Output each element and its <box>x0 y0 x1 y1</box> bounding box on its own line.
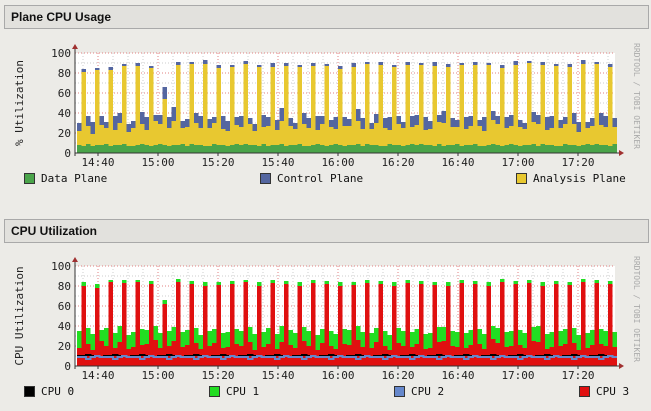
x-tick-label: 16:00 <box>321 369 354 382</box>
legend-swatch <box>579 386 590 397</box>
legend-swatch <box>209 386 220 397</box>
watermark: RRDTOOL / TOBI OETIKER <box>632 256 641 362</box>
legend-swatch <box>516 173 527 184</box>
y-axis-label: % Utilization <box>13 60 26 146</box>
x-tick-label: 17:20 <box>561 156 594 169</box>
legend-item-data-plane: Data Plane <box>24 172 107 185</box>
legend-item-cpu-0: CPU 0 <box>24 385 74 398</box>
legend-item-control-plane: Control Plane <box>260 172 363 185</box>
x-tick-label: 16:20 <box>381 156 414 169</box>
legend-swatch <box>24 386 35 397</box>
y-tick-label: 100 <box>51 47 71 60</box>
x-tick-label: 15:20 <box>201 369 234 382</box>
x-tick-label: 16:40 <box>441 156 474 169</box>
x-tick-label: 15:00 <box>141 369 174 382</box>
cpu-utilization-chart: 0 20 40 60 80 100 14:40 15:00 15:20 15:40 16:00 16:… <box>13 256 641 382</box>
y-tick-label: 0 <box>64 360 71 373</box>
legend-label: CPU 1 <box>226 385 260 398</box>
y-tick-label: 40 <box>58 320 71 333</box>
legend-item-cpu-3: CPU 3 <box>579 385 629 398</box>
x-tick-label: 16:40 <box>441 369 474 382</box>
plane-cpu-chart: 0 20 40 60 80 100 14:40 15:00 15:20 15:40 16:00 16:… <box>13 43 641 169</box>
legend-label: CPU 3 <box>596 385 630 398</box>
x-tick-label: 17:00 <box>501 369 534 382</box>
y-tick-label: 20 <box>58 127 71 140</box>
legend-item-analysis-plane: Analysis Plane <box>516 172 626 185</box>
y-tick-label: 40 <box>58 107 71 120</box>
legend-label: CPU 0 <box>41 385 75 398</box>
x-tick-label: 17:00 <box>501 156 534 169</box>
legend-swatch <box>394 386 405 397</box>
legend-swatch <box>260 173 271 184</box>
y-tick-label: 60 <box>58 300 71 313</box>
legend-label: CPU 2 <box>411 385 445 398</box>
x-tick-label: 15:00 <box>141 156 174 169</box>
y-axis-arrow-icon <box>72 44 78 49</box>
legend-swatch <box>24 173 35 184</box>
y-axis-arrow-icon <box>72 257 78 262</box>
x-axis-arrow-icon <box>619 150 624 156</box>
x-tick-label: 16:00 <box>321 156 354 169</box>
y-tick-label: 80 <box>58 280 71 293</box>
y-axis-label: CPU Utilization <box>13 266 26 365</box>
y-tick-label: 80 <box>58 67 71 80</box>
legend-item-cpu-2: CPU 2 <box>394 385 444 398</box>
y-tick-label: 0 <box>64 147 71 160</box>
x-tick-label: 15:40 <box>261 369 294 382</box>
legend-item-cpu-1: CPU 1 <box>209 385 259 398</box>
legend-label: Analysis Plane <box>533 172 626 185</box>
y-tick-label: 100 <box>51 260 71 273</box>
legend-label: Control Plane <box>277 172 364 185</box>
x-tick-label: 17:20 <box>561 369 594 382</box>
legend-label: Data Plane <box>41 172 108 185</box>
x-tick-label: 15:40 <box>261 156 294 169</box>
y-tick-label: 20 <box>58 340 71 353</box>
x-tick-label: 15:20 <box>201 156 234 169</box>
x-tick-label: 16:20 <box>381 369 414 382</box>
x-tick-label: 14:40 <box>81 156 114 169</box>
x-tick-label: 14:40 <box>81 369 114 382</box>
x-axis-arrow-icon <box>619 363 624 369</box>
y-tick-label: 60 <box>58 87 71 100</box>
watermark: RRDTOOL / TOBI OETIKER <box>632 43 641 149</box>
